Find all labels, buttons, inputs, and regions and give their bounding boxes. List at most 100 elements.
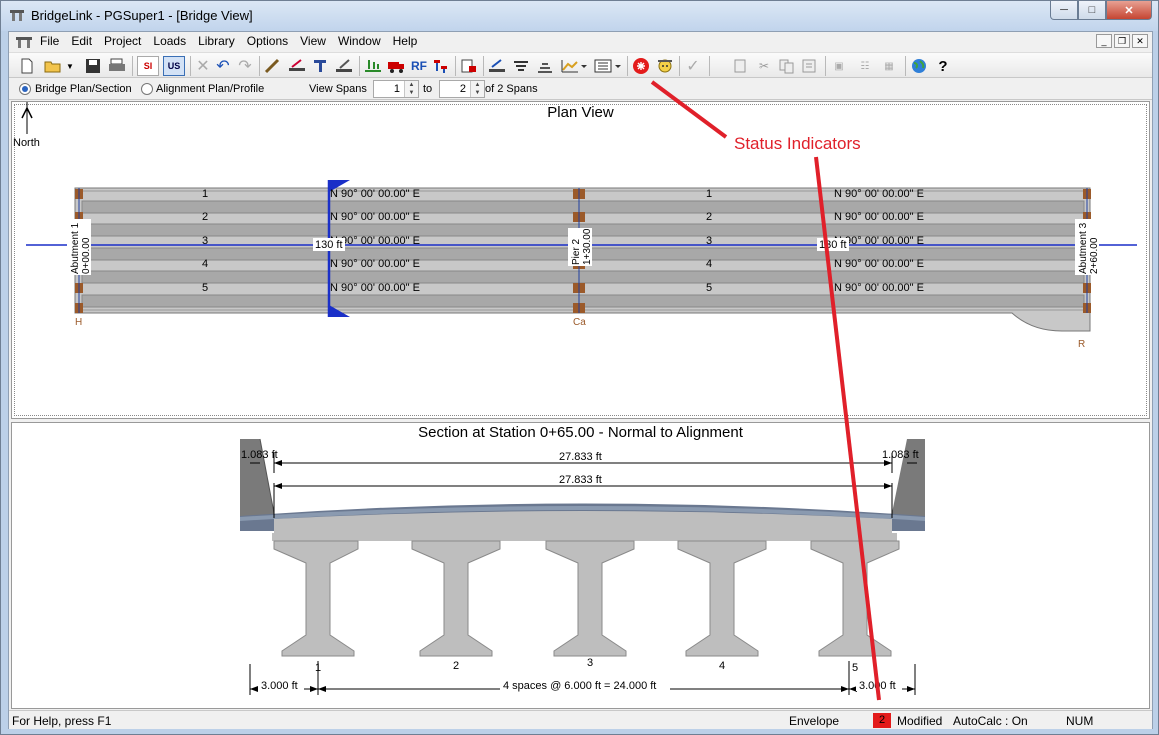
menu-window[interactable]: Window: [338, 34, 381, 48]
status-envelope: Envelope: [789, 714, 840, 728]
north-label: North: [13, 137, 40, 149]
width-dim-1: 27.833 ft: [559, 451, 602, 463]
rf-label: RF: [411, 59, 427, 73]
mdi-restore-button[interactable]: ❐: [1114, 34, 1130, 48]
status-info-icon[interactable]: [655, 56, 675, 76]
save-icon[interactable]: [83, 56, 103, 76]
status-help-text: For Help, press F1: [12, 714, 112, 728]
width-dim-2: 27.833 ft: [559, 474, 602, 486]
bearing-label: N 90° 00' 00.00" E: [330, 282, 420, 294]
bearing-label: N 90° 00' 00.00" E: [330, 188, 420, 200]
menu-bar: File Edit Project Loads Library Options …: [9, 32, 1152, 52]
menu-file[interactable]: File: [40, 34, 59, 48]
bearing-label: N 90° 00' 00.00" E: [834, 211, 924, 223]
edit-girder-icon[interactable]: [263, 56, 283, 76]
menu-edit[interactable]: Edit: [71, 34, 92, 48]
criteria-icon[interactable]: [535, 56, 555, 76]
us-units-icon[interactable]: US: [163, 56, 185, 76]
edit-pier-icon[interactable]: [311, 56, 331, 76]
si-label: SI: [143, 61, 153, 71]
to-label: to: [423, 83, 433, 95]
span-to-spinner[interactable]: 2 ▲ ▼: [439, 80, 485, 98]
graph-icon[interactable]: [487, 56, 507, 76]
menu-report-icon[interactable]: [593, 56, 623, 76]
redo-icon[interactable]: ↷: [235, 56, 255, 76]
spinner-arrows-icon[interactable]: ▲ ▼: [470, 81, 484, 97]
analysis-icon[interactable]: [431, 56, 451, 76]
delete-icon[interactable]: ✕: [193, 56, 213, 76]
maximize-button[interactable]: □: [1078, 1, 1106, 20]
rf-icon[interactable]: RF: [409, 56, 429, 76]
span-to-value: 2: [459, 83, 466, 95]
pier2-label: Pier 2: [571, 238, 582, 265]
section-view-pane[interactable]: Section at Station 0+65.00 - Normal to A…: [11, 422, 1150, 709]
minimize-button[interactable]: ─: [1050, 1, 1078, 20]
spinner-arrows-icon[interactable]: ▲ ▼: [404, 81, 418, 97]
status-indicators-annotation: Status Indicators: [734, 134, 861, 153]
menu-view[interactable]: View: [300, 34, 326, 48]
alignment-plan-label: Alignment Plan/Profile: [156, 83, 265, 95]
bearing-label: N 90° 00' 00.00" E: [834, 258, 924, 270]
globe-icon[interactable]: [909, 56, 929, 76]
plan-girder-label: 4: [202, 258, 208, 270]
title-bar[interactable]: BridgeLink - PGSuper1 - [Bridge View] ─ …: [1, 1, 1158, 31]
plan-girder-label: 2: [706, 211, 712, 223]
plan-girder-label: 2: [202, 211, 208, 223]
window-title: BridgeLink - PGSuper1 - [Bridge View]: [31, 8, 253, 23]
grid-icon[interactable]: ▦: [879, 56, 899, 76]
us-label: US: [167, 61, 181, 71]
mdi-minimize-button[interactable]: _: [1096, 34, 1112, 48]
properties-icon[interactable]: [800, 56, 820, 76]
menu-options[interactable]: Options: [247, 34, 288, 48]
undo-icon[interactable]: ↶: [213, 56, 233, 76]
edit-deck-icon[interactable]: [334, 56, 354, 76]
status-error-icon[interactable]: [631, 56, 651, 76]
spec-icon[interactable]: [511, 56, 531, 76]
close-button[interactable]: ✕: [1106, 1, 1152, 20]
plan-girder-label: 3: [202, 235, 208, 247]
report-icon[interactable]: [459, 56, 479, 76]
menu-help[interactable]: Help: [393, 34, 418, 48]
copy-icon[interactable]: [731, 56, 751, 76]
menu-loads[interactable]: Loads: [153, 34, 186, 48]
align-icon[interactable]: ▣: [829, 56, 849, 76]
menu-library[interactable]: Library: [198, 34, 235, 48]
paste-icon[interactable]: [777, 56, 797, 76]
bridge-plan-radio[interactable]: [19, 83, 31, 95]
abutment1-station: 0+00.00: [81, 237, 92, 274]
help-icon[interactable]: ?: [933, 56, 953, 76]
align2-icon[interactable]: ☷: [855, 56, 875, 76]
cut-icon[interactable]: ✂: [754, 56, 774, 76]
lightning-icon[interactable]: ✓: [683, 56, 703, 76]
marker-r: R: [1078, 339, 1085, 350]
marker-h: H: [75, 317, 82, 328]
loads-icon[interactable]: [363, 56, 383, 76]
bearing-label: N 90° 00' 00.00" E: [330, 258, 420, 270]
mdi-close-button[interactable]: ✕: [1132, 34, 1148, 48]
view-bar: Bridge Plan/Section Alignment Plan/Profi…: [9, 78, 1152, 100]
of-spans-label: of 2 Spans: [485, 83, 538, 95]
plan-drawing: North 1 2 3 4 5 1 2 3 4 5 N 90° 00' 00.0…: [13, 102, 1137, 350]
chart-icon[interactable]: [559, 56, 589, 76]
plan-view-pane[interactable]: Plan View North 1 2 3 4 5 1 2 3 4 5 N 90…: [11, 101, 1150, 419]
span-length-label: 130 ft: [819, 239, 847, 251]
bearing-label: N 90° 00' 00.00" E: [834, 282, 924, 294]
open-icon[interactable]: [43, 56, 63, 76]
new-icon[interactable]: [17, 56, 37, 76]
bridge-app-icon: [10, 10, 24, 21]
si-units-icon[interactable]: SI: [137, 56, 159, 76]
plan-girder-label: 1: [706, 188, 712, 200]
print-icon[interactable]: [107, 56, 127, 76]
right-overhang-dim: 1.083 ft: [882, 449, 919, 461]
bridge-plan-label: Bridge Plan/Section: [35, 83, 132, 95]
status-indicator-count[interactable]: 2: [873, 713, 891, 728]
alignment-plan-radio[interactable]: [141, 83, 153, 95]
pier2-station: 1+30.00: [582, 228, 593, 265]
document-icon[interactable]: [15, 34, 33, 50]
edit-span-icon[interactable]: [287, 56, 307, 76]
menu-project[interactable]: Project: [104, 34, 141, 48]
span-from-spinner[interactable]: 1 ▲ ▼: [373, 80, 419, 98]
dropdown-icon[interactable]: ▼: [65, 56, 75, 76]
status-bar: For Help, press F1 Envelope 2 Modified A…: [9, 710, 1152, 729]
truck-icon[interactable]: [386, 56, 406, 76]
